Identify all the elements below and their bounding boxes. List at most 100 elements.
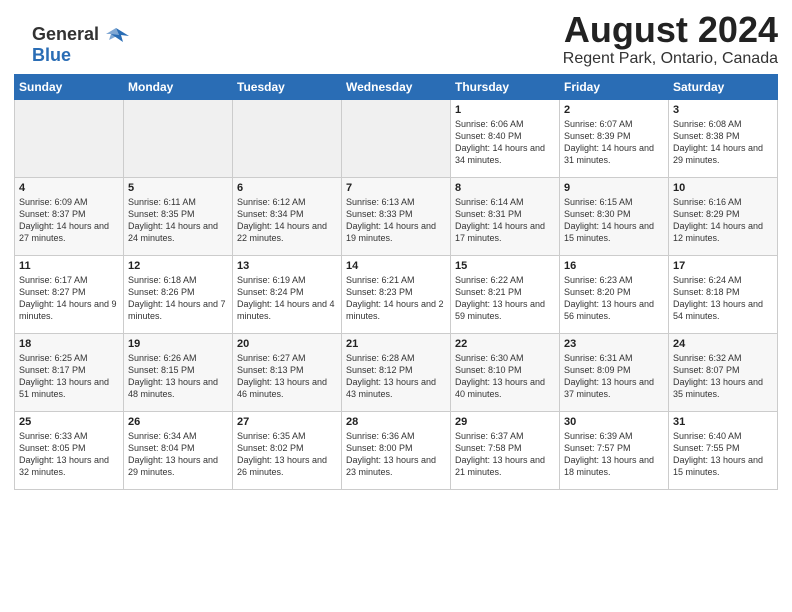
day-info: Sunrise: 6:30 AMSunset: 8:10 PMDaylight:… xyxy=(455,352,555,401)
day-number: 17 xyxy=(673,260,773,272)
day-info: Sunrise: 6:11 AMSunset: 8:35 PMDaylight:… xyxy=(128,196,228,245)
day-info: Sunrise: 6:28 AMSunset: 8:12 PMDaylight:… xyxy=(346,352,446,401)
day-number: 23 xyxy=(564,338,664,350)
calendar-cell xyxy=(15,99,124,177)
day-number: 27 xyxy=(237,416,337,428)
day-info: Sunrise: 6:16 AMSunset: 8:29 PMDaylight:… xyxy=(673,196,773,245)
day-info: Sunrise: 6:32 AMSunset: 8:07 PMDaylight:… xyxy=(673,352,773,401)
day-number: 3 xyxy=(673,104,773,116)
calendar-cell: 21 Sunrise: 6:28 AMSunset: 8:12 PMDayligh… xyxy=(342,333,451,411)
day-number: 5 xyxy=(128,182,228,194)
logo: General Blue xyxy=(32,24,131,66)
day-info: Sunrise: 6:26 AMSunset: 8:15 PMDaylight:… xyxy=(128,352,228,401)
calendar-cell: 25 Sunrise: 6:33 AMSunset: 8:05 PMDayligh… xyxy=(15,411,124,489)
day-info: Sunrise: 6:37 AMSunset: 7:58 PMDaylight:… xyxy=(455,430,555,479)
day-info: Sunrise: 6:24 AMSunset: 8:18 PMDaylight:… xyxy=(673,274,773,323)
day-number: 30 xyxy=(564,416,664,428)
calendar-cell xyxy=(233,99,342,177)
calendar-cell: 16Sunrise: 6:23 AMSunset: 8:20 PMDayligh… xyxy=(560,255,669,333)
weekday-header-monday: Monday xyxy=(124,74,233,99)
calendar-cell: 10 Sunrise: 6:16 AMSunset: 8:29 PMDayligh… xyxy=(669,177,778,255)
day-info: Sunrise: 6:21 AMSunset: 8:23 PMDaylight:… xyxy=(346,274,446,323)
weekday-header-wednesday: Wednesday xyxy=(342,74,451,99)
day-number: 20 xyxy=(237,338,337,350)
day-info: Sunrise: 6:25 AMSunset: 8:17 PMDaylight:… xyxy=(19,352,119,401)
calendar-cell: 20 Sunrise: 6:27 AMSunset: 8:13 PMDayligh… xyxy=(233,333,342,411)
logo-bird-icon xyxy=(101,26,131,44)
calendar-cell xyxy=(124,99,233,177)
day-number: 6 xyxy=(237,182,337,194)
calendar-cell: 17 Sunrise: 6:24 AMSunset: 8:18 PMDayligh… xyxy=(669,255,778,333)
calendar-week-2: 4 Sunrise: 6:09 AMSunset: 8:37 PMDaylight… xyxy=(15,177,778,255)
day-number: 2 xyxy=(564,104,664,116)
day-number: 26 xyxy=(128,416,228,428)
day-number: 28 xyxy=(346,416,446,428)
day-number: 11 xyxy=(19,260,119,272)
day-number: 9 xyxy=(564,182,664,194)
day-info: Sunrise: 6:14 AMSunset: 8:31 PMDaylight:… xyxy=(455,196,555,245)
day-number: 4 xyxy=(19,182,119,194)
calendar-cell: 5 Sunrise: 6:11 AMSunset: 8:35 PMDaylight… xyxy=(124,177,233,255)
day-info: Sunrise: 6:19 AMSunset: 8:24 PMDaylight:… xyxy=(237,274,337,323)
calendar-cell: 26 Sunrise: 6:34 AMSunset: 8:04 PMDayligh… xyxy=(124,411,233,489)
day-number: 18 xyxy=(19,338,119,350)
day-info: Sunrise: 6:33 AMSunset: 8:05 PMDaylight:… xyxy=(19,430,119,479)
day-info: Sunrise: 6:08 AMSunset: 8:38 PMDaylight:… xyxy=(673,118,773,167)
day-number: 25 xyxy=(19,416,119,428)
calendar-cell: 12 Sunrise: 6:18 AMSunset: 8:26 PMDayligh… xyxy=(124,255,233,333)
day-info: Sunrise: 6:35 AMSunset: 8:02 PMDaylight:… xyxy=(237,430,337,479)
calendar-week-5: 25 Sunrise: 6:33 AMSunset: 8:05 PMDayligh… xyxy=(15,411,778,489)
day-number: 14 xyxy=(346,260,446,272)
day-info: Sunrise: 6:07 AMSunset: 8:39 PMDaylight:… xyxy=(564,118,664,167)
calendar-cell: 30Sunrise: 6:39 AMSunset: 7:57 PMDayligh… xyxy=(560,411,669,489)
calendar-cell: 11Sunrise: 6:17 AMSunset: 8:27 PMDayligh… xyxy=(15,255,124,333)
day-number: 12 xyxy=(128,260,228,272)
weekday-header-friday: Friday xyxy=(560,74,669,99)
calendar-cell: 3 Sunrise: 6:08 AMSunset: 8:38 PMDaylight… xyxy=(669,99,778,177)
day-number: 21 xyxy=(346,338,446,350)
day-info: Sunrise: 6:40 AMSunset: 7:55 PMDaylight:… xyxy=(673,430,773,479)
day-number: 10 xyxy=(673,182,773,194)
calendar-cell: 18 Sunrise: 6:25 AMSunset: 8:17 PMDayligh… xyxy=(15,333,124,411)
calendar-body: 1Sunrise: 6:06 AMSunset: 8:40 PMDaylight… xyxy=(15,99,778,489)
weekday-header-tuesday: Tuesday xyxy=(233,74,342,99)
day-info: Sunrise: 6:31 AMSunset: 8:09 PMDaylight:… xyxy=(564,352,664,401)
calendar-cell: 15 Sunrise: 6:22 AMSunset: 8:21 PMDayligh… xyxy=(451,255,560,333)
calendar-week-4: 18 Sunrise: 6:25 AMSunset: 8:17 PMDayligh… xyxy=(15,333,778,411)
day-info: Sunrise: 6:18 AMSunset: 8:26 PMDaylight:… xyxy=(128,274,228,323)
day-number: 7 xyxy=(346,182,446,194)
day-number: 8 xyxy=(455,182,555,194)
day-number: 29 xyxy=(455,416,555,428)
day-info: Sunrise: 6:22 AMSunset: 8:21 PMDaylight:… xyxy=(455,274,555,323)
logo-blue: Blue xyxy=(32,45,71,66)
day-number: 13 xyxy=(237,260,337,272)
calendar-cell: 1Sunrise: 6:06 AMSunset: 8:40 PMDaylight… xyxy=(451,99,560,177)
day-number: 22 xyxy=(455,338,555,350)
calendar-cell: 22 Sunrise: 6:30 AMSunset: 8:10 PMDayligh… xyxy=(451,333,560,411)
day-info: Sunrise: 6:15 AMSunset: 8:30 PMDaylight:… xyxy=(564,196,664,245)
day-number: 19 xyxy=(128,338,228,350)
day-number: 15 xyxy=(455,260,555,272)
calendar-cell: 4 Sunrise: 6:09 AMSunset: 8:37 PMDaylight… xyxy=(15,177,124,255)
weekday-header-row: SundayMondayTuesdayWednesdayThursdayFrid… xyxy=(15,74,778,99)
day-number: 16 xyxy=(564,260,664,272)
day-info: Sunrise: 6:36 AMSunset: 8:00 PMDaylight:… xyxy=(346,430,446,479)
main-container: General Blue August 2024 Regent Park, On… xyxy=(0,0,792,500)
day-info: Sunrise: 6:09 AMSunset: 8:37 PMDaylight:… xyxy=(19,196,119,245)
calendar-cell: 7 Sunrise: 6:13 AMSunset: 8:33 PMDaylight… xyxy=(342,177,451,255)
day-info: Sunrise: 6:34 AMSunset: 8:04 PMDaylight:… xyxy=(128,430,228,479)
calendar-week-1: 1Sunrise: 6:06 AMSunset: 8:40 PMDaylight… xyxy=(15,99,778,177)
calendar-cell: 23 Sunrise: 6:31 AMSunset: 8:09 PMDayligh… xyxy=(560,333,669,411)
day-number: 31 xyxy=(673,416,773,428)
calendar-cell: 14 Sunrise: 6:21 AMSunset: 8:23 PMDayligh… xyxy=(342,255,451,333)
calendar-cell: 13 Sunrise: 6:19 AMSunset: 8:24 PMDayligh… xyxy=(233,255,342,333)
calendar-week-3: 11Sunrise: 6:17 AMSunset: 8:27 PMDayligh… xyxy=(15,255,778,333)
weekday-header-saturday: Saturday xyxy=(669,74,778,99)
weekday-header-thursday: Thursday xyxy=(451,74,560,99)
day-info: Sunrise: 6:06 AMSunset: 8:40 PMDaylight:… xyxy=(455,118,555,167)
day-info: Sunrise: 6:27 AMSunset: 8:13 PMDaylight:… xyxy=(237,352,337,401)
calendar-cell xyxy=(342,99,451,177)
day-info: Sunrise: 6:13 AMSunset: 8:33 PMDaylight:… xyxy=(346,196,446,245)
day-number: 24 xyxy=(673,338,773,350)
calendar-cell: 27 Sunrise: 6:35 AMSunset: 8:02 PMDayligh… xyxy=(233,411,342,489)
